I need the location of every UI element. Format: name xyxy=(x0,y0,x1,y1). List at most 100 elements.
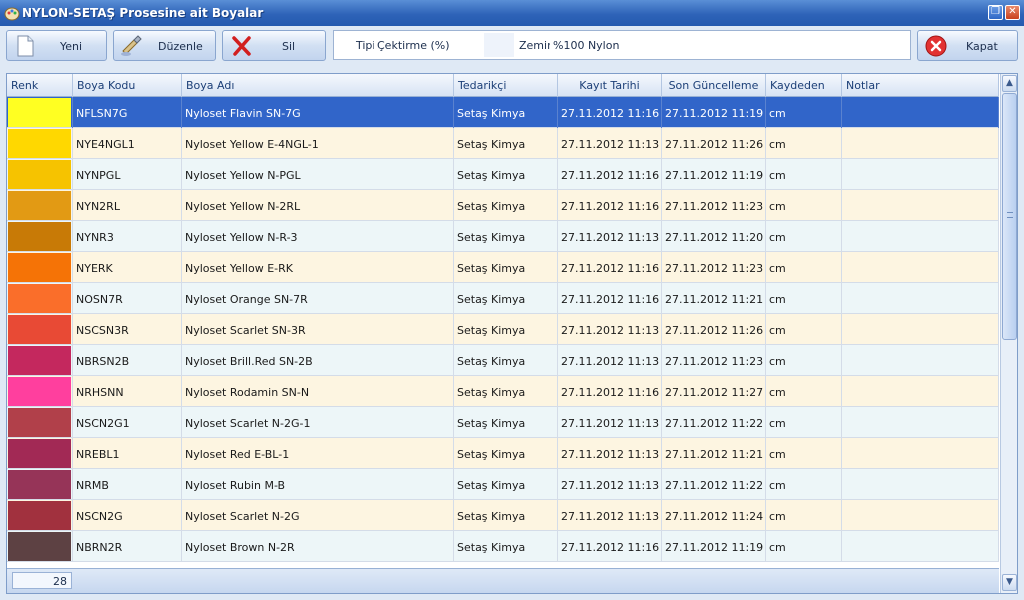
filter-separator xyxy=(484,33,514,57)
cell-color xyxy=(7,283,73,314)
column-header-code[interactable]: Boya Kodu xyxy=(73,74,182,97)
table-row[interactable]: NRMB Nyloset Rubin M-B Setaş Kimya 27.11.20… xyxy=(7,469,999,500)
cell-name: Nyloset Yellow N-PGL xyxy=(182,159,454,190)
cell-updated: 27.11.2012 11:19 xyxy=(662,97,766,128)
table-row[interactable]: NYN2RL Nyloset Yellow N-2RL Setaş Kimya 27.… xyxy=(7,190,999,221)
cell-updated: 27.11.2012 11:21 xyxy=(662,283,766,314)
grid-header: Renk Boya Kodu Boya Adı Tedarikçi Kayıt … xyxy=(7,74,999,97)
cell-code: NSCSN3R xyxy=(73,314,182,345)
column-header-name[interactable]: Boya Adı xyxy=(182,74,454,97)
cell-notes xyxy=(842,469,999,500)
cell-supplier: Setaş Kimya xyxy=(454,283,558,314)
table-row[interactable]: NYNPGL Nyloset Yellow N-PGL Setaş Kimya 27.… xyxy=(7,159,999,190)
table-row[interactable]: NRHSNN Nyloset Rodamin SN-N Setaş Kimya 27.… xyxy=(7,376,999,407)
cell-name: Nyloset Orange SN-7R xyxy=(182,283,454,314)
color-swatch xyxy=(8,253,71,282)
cell-created: 27.11.2012 11:16 xyxy=(558,531,662,562)
cell-name: Nyloset Scarlet N-2G xyxy=(182,500,454,531)
cell-created-by: cm xyxy=(766,97,842,128)
column-header-created-by[interactable]: Kaydeden xyxy=(766,74,842,97)
table-row[interactable]: NYE4NGL1 Nyloset Yellow E-4NGL-1 Setaş Kim… xyxy=(7,128,999,159)
cell-code: NYNPGL xyxy=(73,159,182,190)
cell-notes xyxy=(842,376,999,407)
cell-color xyxy=(7,221,73,252)
cell-notes xyxy=(842,500,999,531)
column-header-notes[interactable]: Notlar xyxy=(842,74,999,97)
table-row[interactable]: NFLSN7G Nyloset Flavin SN-7G Setaş Kimya 27… xyxy=(7,97,999,128)
cell-code: NSCN2G xyxy=(73,500,182,531)
cell-color xyxy=(7,345,73,376)
cell-created: 27.11.2012 11:13 xyxy=(558,407,662,438)
cell-color xyxy=(7,97,73,128)
record-count: 28 xyxy=(12,572,72,589)
cell-code: NBRN2R xyxy=(73,531,182,562)
cell-updated: 27.11.2012 11:22 xyxy=(662,469,766,500)
new-button[interactable]: Yeni xyxy=(6,30,107,61)
color-swatch xyxy=(8,439,71,468)
edit-button[interactable]: Düzenle xyxy=(113,30,216,61)
cell-color xyxy=(7,438,73,469)
color-swatch xyxy=(8,315,71,344)
column-header-created[interactable]: Kayıt Tarihi xyxy=(558,74,662,97)
cell-supplier: Setaş Kimya xyxy=(454,500,558,531)
column-header-supplier[interactable]: Tedarikçi xyxy=(454,74,558,97)
table-row[interactable]: NYNR3 Nyloset Yellow N-R-3 Setaş Kimya 27.1… xyxy=(7,221,999,252)
scroll-up-button[interactable]: ▲ xyxy=(1002,75,1017,92)
red-x-icon xyxy=(232,36,251,56)
paint-palette-icon xyxy=(4,7,20,21)
scroll-thumb[interactable] xyxy=(1002,93,1017,340)
cell-supplier: Setaş Kimya xyxy=(454,407,558,438)
cell-color xyxy=(7,500,73,531)
cell-color xyxy=(7,531,73,562)
cell-color xyxy=(7,128,73,159)
table-row[interactable]: NBRN2R Nyloset Brown N-2R Setaş Kimya 27.11… xyxy=(7,531,999,562)
cell-notes xyxy=(842,283,999,314)
cell-code: NYE4NGL1 xyxy=(73,128,182,159)
cell-code: NSCN2G1 xyxy=(73,407,182,438)
cell-color xyxy=(7,190,73,221)
cell-created-by: cm xyxy=(766,500,842,531)
table-row[interactable]: NOSN7R Nyloset Orange SN-7R Setaş Kimya 27.… xyxy=(7,283,999,314)
restore-button[interactable]: ❐ xyxy=(988,5,1003,20)
cell-code: NOSN7R xyxy=(73,283,182,314)
cell-created-by: cm xyxy=(766,159,842,190)
cell-created-by: cm xyxy=(766,469,842,500)
filter-panel: Tipi Çektirme (%) Zemin %100 Nylon xyxy=(333,30,911,60)
red-circle-x-icon xyxy=(925,35,947,57)
window-titlebar: NYLON-SETAŞ Prosesine ait Boyalar ❐ ✕ xyxy=(0,0,1024,26)
base-field[interactable]: %100 Nylon xyxy=(550,33,907,57)
column-header-updated[interactable]: Son Güncelleme xyxy=(662,74,766,97)
delete-button[interactable]: Sil xyxy=(222,30,326,61)
cell-name: Nyloset Yellow E-RK xyxy=(182,252,454,283)
cell-name: Nyloset Rodamin SN-N xyxy=(182,376,454,407)
type-field[interactable]: Çektirme (%) xyxy=(374,33,484,57)
cell-updated: 27.11.2012 11:19 xyxy=(662,531,766,562)
cell-notes xyxy=(842,221,999,252)
table-row[interactable]: NSCN2G Nyloset Scarlet N-2G Setaş Kimya 27.… xyxy=(7,500,999,531)
column-header-color[interactable]: Renk xyxy=(7,74,73,97)
cell-supplier: Setaş Kimya xyxy=(454,345,558,376)
cell-notes xyxy=(842,407,999,438)
table-row[interactable]: NYERK Nyloset Yellow E-RK Setaş Kimya 27.11… xyxy=(7,252,999,283)
cell-notes xyxy=(842,531,999,562)
table-row[interactable]: NBRSN2B Nyloset Brill.Red SN-2B Setaş Kimy… xyxy=(7,345,999,376)
cell-updated: 27.11.2012 11:23 xyxy=(662,345,766,376)
cell-created: 27.11.2012 11:13 xyxy=(558,314,662,345)
table-row[interactable]: NSCN2G1 Nyloset Scarlet N-2G-1 Setaş Kimya… xyxy=(7,407,999,438)
color-swatch xyxy=(8,377,71,406)
scroll-down-button[interactable]: ▼ xyxy=(1002,574,1017,591)
cell-color xyxy=(7,407,73,438)
cell-code: NBRSN2B xyxy=(73,345,182,376)
cell-supplier: Setaş Kimya xyxy=(454,159,558,190)
close-button[interactable]: Kapat xyxy=(917,30,1018,61)
color-swatch xyxy=(8,408,71,437)
cell-name: Nyloset Brown N-2R xyxy=(182,531,454,562)
vertical-scrollbar[interactable]: ▲ ▼ xyxy=(1000,74,1017,593)
cell-created-by: cm xyxy=(766,128,842,159)
color-swatch xyxy=(8,129,71,158)
table-row[interactable]: NSCSN3R Nyloset Scarlet SN-3R Setaş Kimya 2… xyxy=(7,314,999,345)
window-close-button[interactable]: ✕ xyxy=(1005,5,1020,20)
cell-code: NYN2RL xyxy=(73,190,182,221)
cell-name: Nyloset Yellow E-4NGL-1 xyxy=(182,128,454,159)
table-row[interactable]: NREBL1 Nyloset Red E-BL-1 Setaş Kimya 27.11… xyxy=(7,438,999,469)
